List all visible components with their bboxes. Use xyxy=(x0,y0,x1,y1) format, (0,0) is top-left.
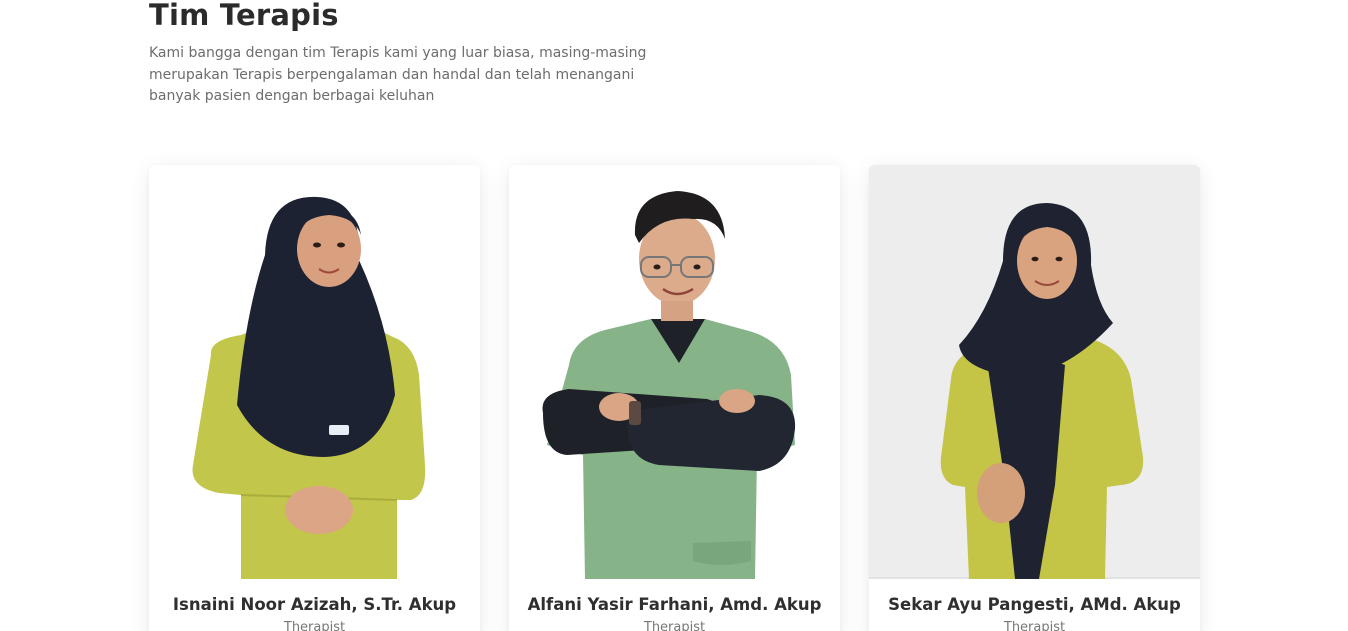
therapist-photo-2 xyxy=(509,165,840,579)
therapist-name-1: Isnaini Noor Azizah, S.Tr. Akup xyxy=(172,595,457,614)
section-title: Tim Terapis xyxy=(149,0,339,32)
therapist-role-3: Therapist xyxy=(1003,620,1066,631)
therapist-photo-3 xyxy=(869,165,1200,579)
therapist-name-3: Sekar Ayu Pangesti, AMd. Akup xyxy=(888,595,1181,614)
therapist-portrait-image xyxy=(869,165,1200,579)
therapist-portrait-image xyxy=(149,165,480,579)
therapist-card-1[interactable]: Isnaini Noor Azizah, S.Tr. Akup Therapis… xyxy=(149,165,480,631)
section-description: Kami bangga dengan tim Terapis kami yang… xyxy=(149,45,647,104)
therapist-role-1: Therapist xyxy=(283,620,346,631)
therapist-team-section: Tim Terapis Kami bangga dengan tim Terap… xyxy=(0,0,1348,631)
therapist-role-2: Therapist xyxy=(643,620,706,631)
therapist-card-2[interactable]: Alfani Yasir Farhani, Amd. Akup Therapis… xyxy=(509,165,840,631)
therapist-photo-1 xyxy=(149,165,480,579)
therapist-card-3[interactable]: Sekar Ayu Pangesti, AMd. Akup Therapist xyxy=(869,165,1200,631)
therapist-name-2: Alfani Yasir Farhani, Amd. Akup xyxy=(527,595,822,614)
therapist-portrait-image xyxy=(509,165,840,579)
